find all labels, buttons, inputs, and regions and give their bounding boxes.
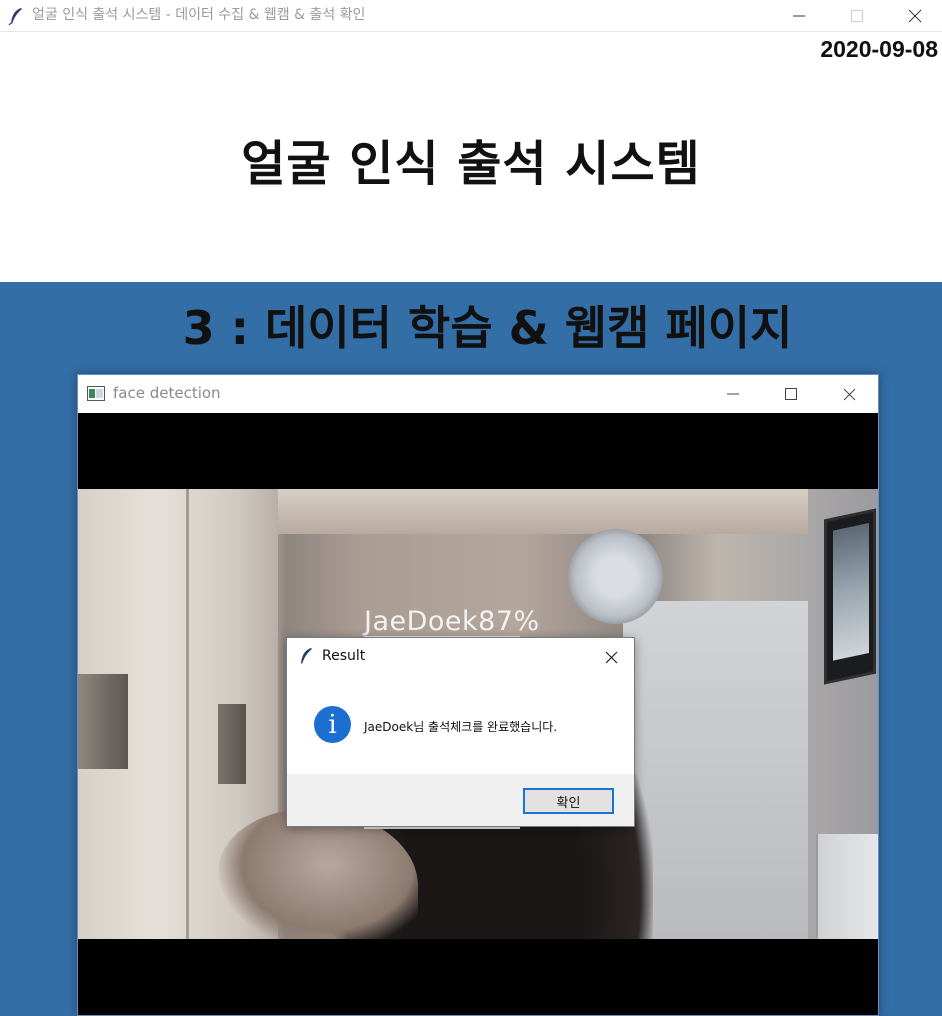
close-icon bbox=[843, 388, 855, 400]
face-detection-titlebar[interactable]: face detection bbox=[78, 375, 878, 413]
fd-close-button[interactable] bbox=[820, 375, 878, 413]
wall-picture bbox=[824, 508, 876, 685]
ok-button[interactable]: 확인 bbox=[523, 788, 614, 814]
app-window-icon bbox=[87, 386, 105, 401]
maximize-button[interactable] bbox=[828, 0, 886, 32]
face-detection-title: face detection bbox=[113, 384, 221, 402]
maximize-icon bbox=[851, 10, 863, 22]
dialog-titlebar[interactable]: Result bbox=[287, 638, 634, 674]
section-title: 3 : 데이터 학습 & 웹캠 페이지 bbox=[182, 301, 793, 355]
feather-icon bbox=[8, 8, 22, 25]
minimize-icon bbox=[727, 393, 739, 395]
dialog-message: JaeDoek님 출석체크를 완료했습니다. bbox=[364, 720, 558, 734]
close-icon bbox=[908, 9, 922, 23]
result-dialog[interactable]: Result i JaeDoek님 출석체크를 완료했습니다. 확인 bbox=[286, 637, 635, 827]
detection-label: JaeDoek87% bbox=[364, 606, 540, 637]
face-box-bottom-edge bbox=[364, 827, 520, 829]
fan-image bbox=[568, 529, 663, 624]
window-title: 얼굴 인식 출석 시스템 - 데이터 수집 & 웹캠 & 출석 확인 bbox=[32, 7, 366, 23]
feather-icon bbox=[301, 648, 312, 664]
main-titlebar[interactable]: 얼굴 인식 출석 시스템 - 데이터 수집 & 웹캠 & 출석 확인 bbox=[0, 0, 942, 32]
dialog-close-button[interactable] bbox=[597, 644, 625, 670]
close-button[interactable] bbox=[886, 0, 942, 32]
minimize-icon bbox=[793, 15, 805, 17]
page-title: 얼굴 인식 출석 시스템 bbox=[241, 136, 701, 192]
minimize-button[interactable] bbox=[770, 0, 828, 32]
dialog-footer: 확인 bbox=[287, 774, 634, 826]
close-icon bbox=[605, 651, 617, 663]
dialog-title: Result bbox=[322, 648, 366, 664]
fd-minimize-button[interactable] bbox=[704, 375, 762, 413]
maximize-icon bbox=[785, 388, 797, 400]
info-icon: i bbox=[314, 706, 351, 743]
fd-maximize-button[interactable] bbox=[762, 375, 820, 413]
date-label: 2020-09-08 bbox=[820, 36, 938, 62]
